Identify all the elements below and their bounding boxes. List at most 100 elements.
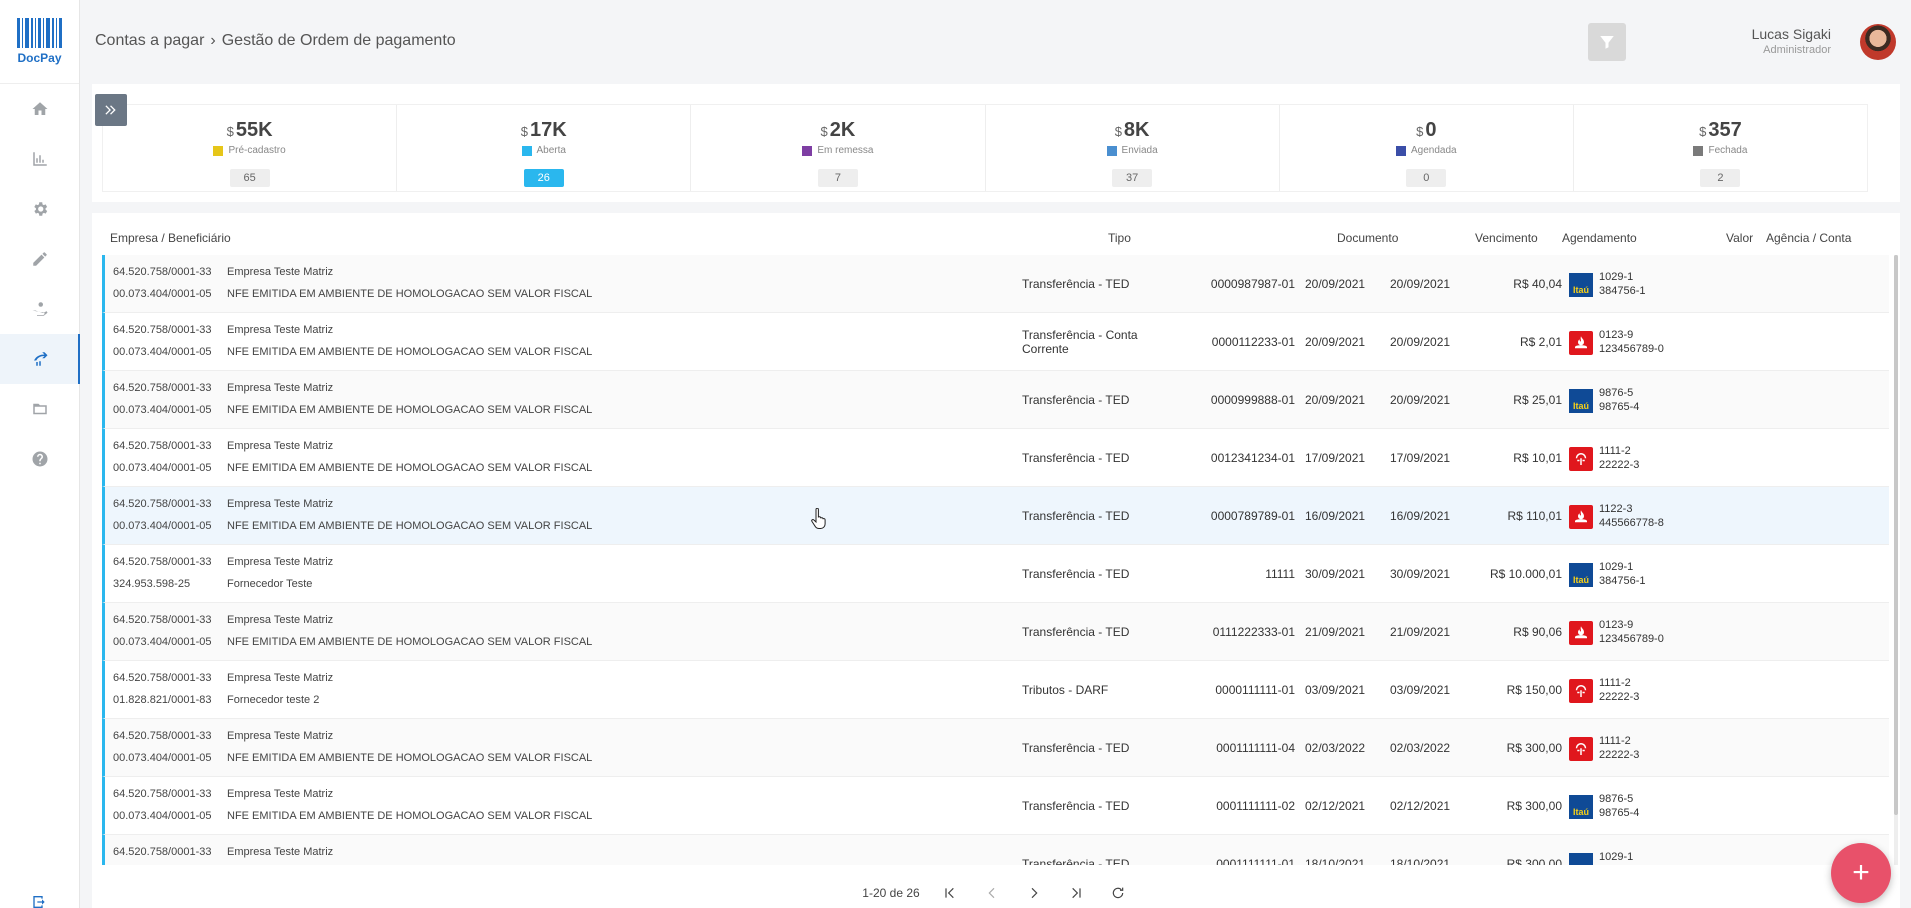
amount-value: 357 [1708,119,1742,141]
table-row[interactable]: 64.520.758/0001-33 Empresa Teste Matriz Tr… [102,835,1889,865]
account: 98765-4 [1599,401,1640,413]
status-card[interactable]: $0 Agendada 0 [1280,105,1574,191]
table-row[interactable]: 64.520.758/0001-33 Empresa Teste Matriz 00… [102,719,1889,777]
agency: 1029-1 [1599,851,1634,863]
due-date: 20/09/2021 [1305,277,1366,291]
avatar[interactable] [1860,24,1896,60]
header-documento[interactable]: Documento [1337,231,1398,245]
scrollbar[interactable] [1894,255,1898,865]
account: 384756-1 [1599,575,1646,587]
home-icon [32,102,47,115]
status-card[interactable]: $2K Em remessa 7 [691,105,986,191]
sidebar-item-receivables[interactable] [0,284,79,334]
account: 22222-3 [1599,459,1640,471]
bradesco-logo-icon [1569,679,1593,703]
first-page-button[interactable] [938,881,962,905]
company-cnpj: 64.520.758/0001-33 [113,788,212,800]
due-date: 16/09/2021 [1305,509,1366,523]
header-valor[interactable]: Valor [1726,231,1753,245]
beneficiary-name: NFE EMITIDA EM AMBIENTE DE HOMOLOGACAO S… [227,346,593,358]
table-row[interactable]: 64.520.758/0001-33 Empresa Teste Matriz 01… [102,661,1889,719]
filter-button[interactable] [1588,23,1626,61]
currency-symbol: $ [1416,124,1424,139]
sidebar-item-edit[interactable] [0,234,79,284]
sidebar-item-logout[interactable] [0,886,80,908]
document-number: 0001111111-02 [1216,799,1295,813]
sidebar-item-help[interactable] [0,434,79,484]
company-name: Empresa Teste Matriz [227,730,334,742]
due-date: 20/09/2021 [1305,335,1366,349]
sidebar-item-home[interactable] [0,84,79,134]
agency: 0123-9 [1599,619,1634,631]
status-card[interactable]: $8K Enviada 37 [986,105,1280,191]
amount: R$ 25,01 [1513,393,1562,407]
status-amount: $8K [986,119,1279,142]
status-amount: $55K [103,119,396,142]
company-name: Empresa Teste Matriz [227,556,334,568]
santander-flame-icon [1575,626,1587,639]
table-row[interactable]: 64.520.758/0001-33 Empresa Teste Matriz 00… [102,603,1889,661]
beneficiary-name: NFE EMITIDA EM AMBIENTE DE HOMOLOGACAO S… [227,404,593,416]
user-info[interactable]: Lucas Sigaki Administrador [1752,26,1831,56]
agency: 1029-1 [1599,561,1634,573]
chevron-right-icon [1031,887,1038,899]
breadcrumb-item-contas[interactable]: Contas a pagar [95,32,204,50]
due-date: 02/12/2021 [1305,799,1366,813]
scrollbar-thumb[interactable] [1894,255,1898,815]
next-page-button[interactable] [1022,881,1046,905]
company-cnpj: 64.520.758/0001-33 [113,556,212,568]
beneficiary-document: 00.073.404/0001-05 [113,520,212,532]
scheduled-date: 20/09/2021 [1390,335,1451,349]
sidebar-item-files[interactable] [0,384,79,434]
header-vencimento[interactable]: Vencimento [1475,231,1538,245]
sidebar-item-payables[interactable] [0,334,80,384]
expand-button[interactable] [95,94,127,126]
table-row[interactable]: 64.520.758/0001-33 Empresa Teste Matriz 00… [102,313,1889,371]
table-row[interactable]: 64.520.758/0001-33 Empresa Teste Matriz 00… [102,487,1889,545]
header-tipo[interactable]: Tipo [1108,231,1131,245]
beneficiary-name: Fornecedor teste 2 [227,694,320,706]
payment-orders-table: Empresa / Beneficiário Tipo Documento Ve… [92,213,1900,908]
beneficiary-document: 00.073.404/0001-05 [113,404,212,416]
table-row[interactable]: 64.520.758/0001-33 Empresa Teste Matriz 00… [102,255,1889,313]
sidebar-item-settings[interactable] [0,184,79,234]
amount: R$ 10,01 [1513,451,1562,465]
document-number: 0000789789-01 [1210,509,1295,523]
company-cnpj: 64.520.758/0001-33 [113,498,212,510]
last-page-button[interactable] [1064,881,1088,905]
currency-symbol: $ [520,124,529,139]
docpay-logo[interactable]: DocPay [0,0,79,84]
table-row[interactable]: 64.520.758/0001-33 Empresa Teste Matriz 00… [102,777,1889,835]
status-count-badge: 37 [1112,169,1153,187]
table-row[interactable]: 64.520.758/0001-33 Empresa Teste Matriz 00… [102,429,1889,487]
scheduled-date: 02/12/2021 [1390,799,1451,813]
status-color-swatch [521,145,532,156]
header-empresa[interactable]: Empresa / Beneficiário [110,231,231,245]
status-count-badge: 7 [817,169,858,187]
agency: 9876-5 [1599,387,1634,399]
sidebar-item-reports[interactable] [0,134,79,184]
refresh-button[interactable] [1106,881,1130,905]
status-card[interactable]: $17K Aberta 26 [397,105,692,191]
user-role: Administrador [1763,44,1831,56]
status-card[interactable]: $55K Pré-cadastro 65 [103,105,398,191]
status-card[interactable]: $357 Fechada 2 [1574,105,1867,191]
chevron-right-icon: › [210,32,216,49]
company-name: Empresa Teste Matriz [227,788,334,800]
currency-symbol: $ [226,124,234,139]
header-agencia[interactable]: Agência / Conta [1766,231,1851,245]
amount: R$ 10.000,01 [1489,567,1562,581]
header-agendamento[interactable]: Agendamento [1562,231,1637,245]
currency-symbol: $ [820,124,828,139]
status-color-swatch [1395,145,1406,156]
itau-logo-icon: Itaú [1569,389,1593,413]
status-label-text: Agendada [1410,145,1457,156]
status-label: Agendada [1280,145,1573,156]
table-row[interactable]: 64.520.758/0001-33 Empresa Teste Matriz 00… [102,371,1889,429]
due-date: 21/09/2021 [1305,625,1366,639]
table-row[interactable]: 64.520.758/0001-33 Empresa Teste Matriz 32… [102,545,1889,603]
user-name: Lucas Sigaki [1751,26,1831,42]
add-button[interactable]: + [1831,843,1891,903]
prev-page-button[interactable] [980,881,1004,905]
bradesco-tree-icon [1575,743,1587,755]
